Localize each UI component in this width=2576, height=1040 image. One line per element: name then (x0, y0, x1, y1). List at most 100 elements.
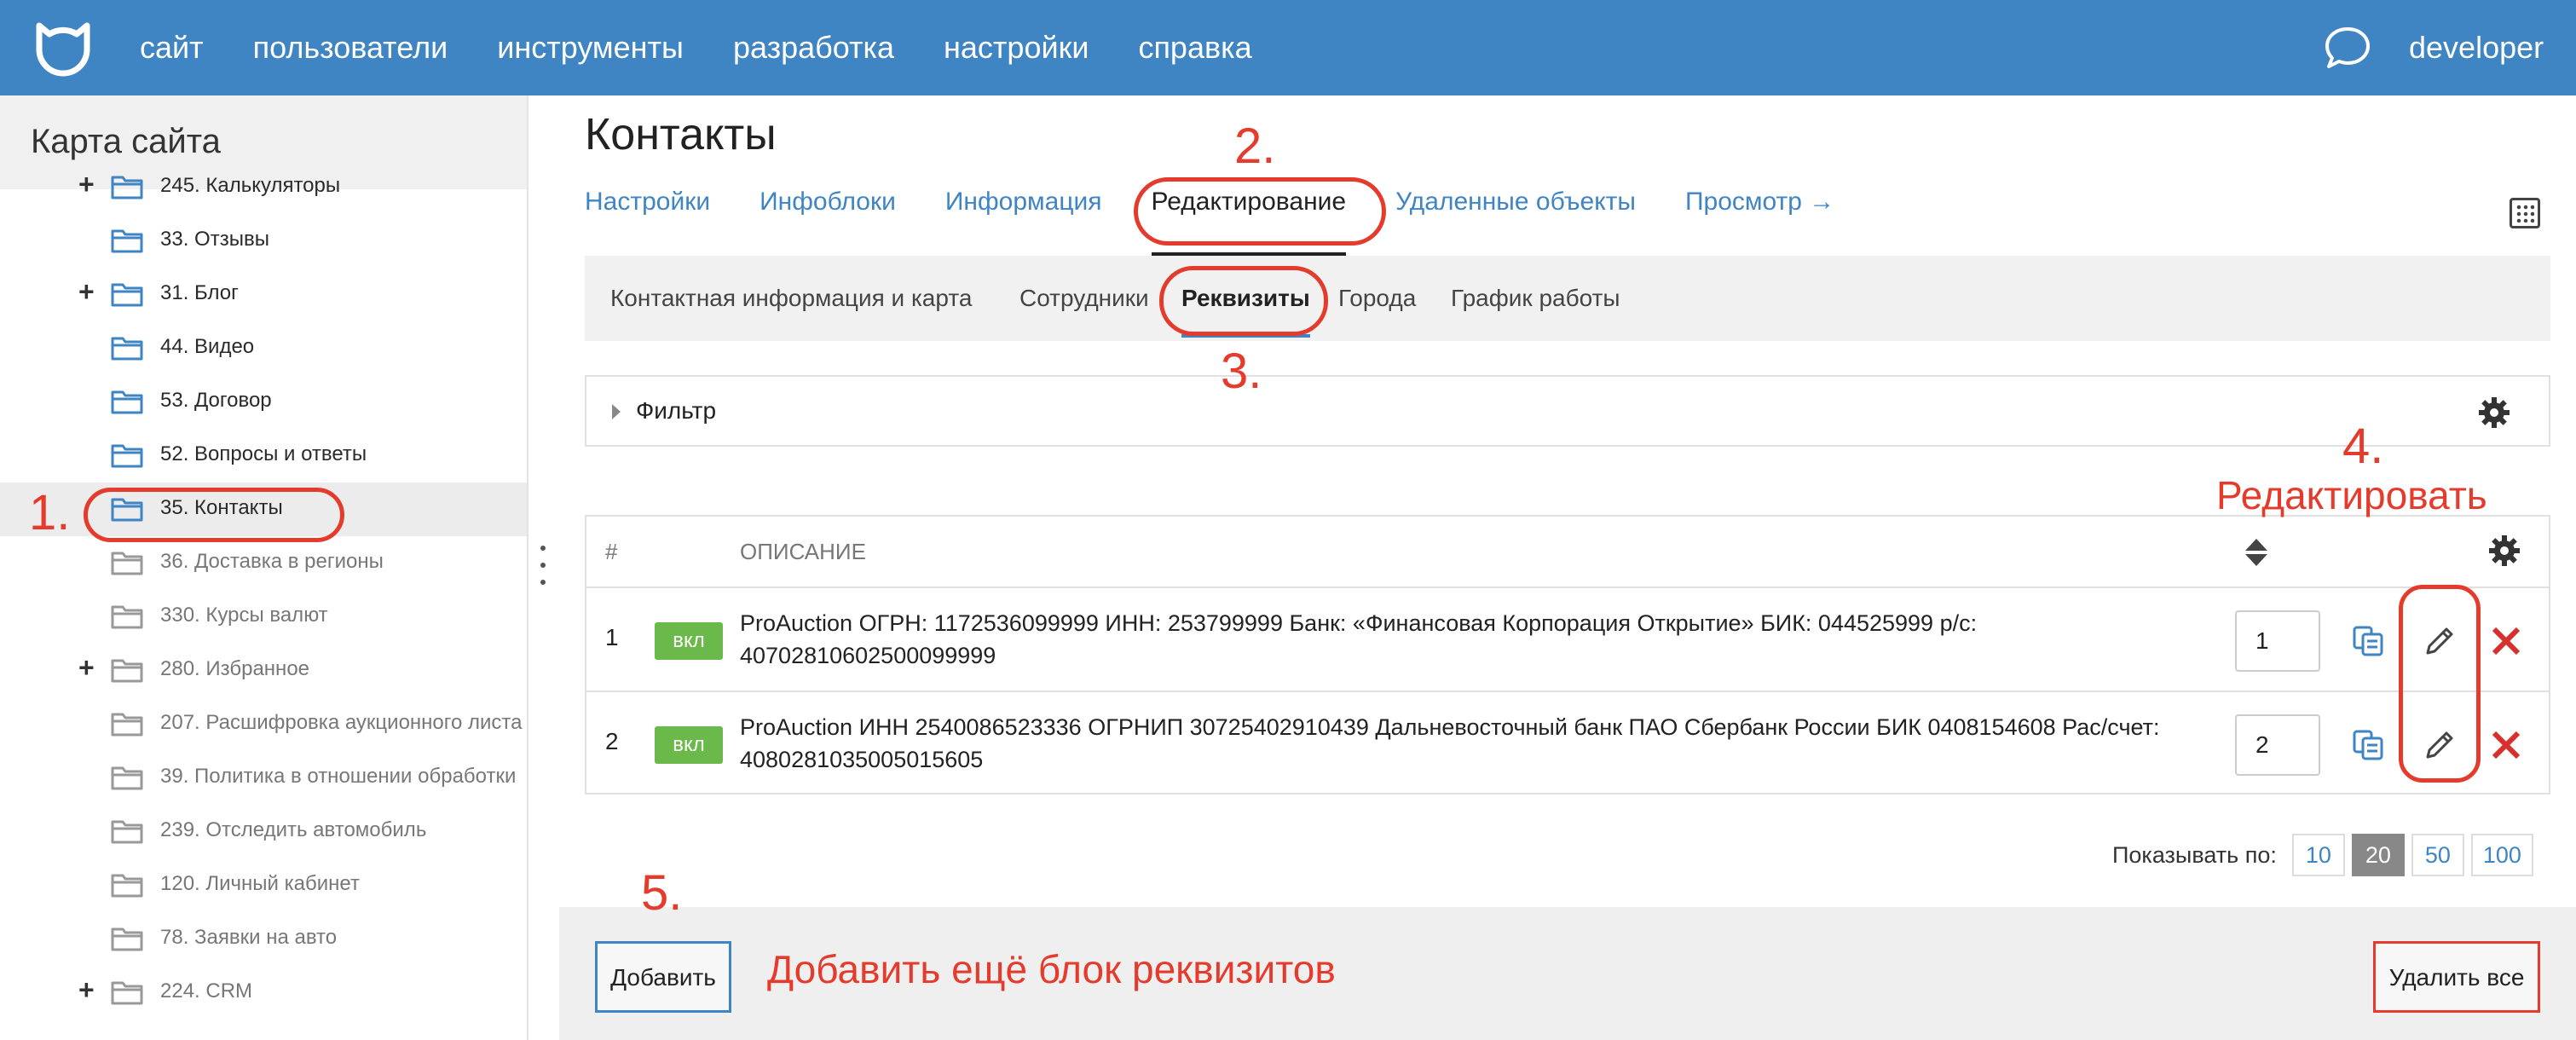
annotation-ring-edit-icons (2399, 585, 2481, 783)
layout-grid-icon[interactable] (2510, 198, 2540, 228)
sidebar-tree-item[interactable]: 78. Заявки на авто (0, 912, 527, 966)
page-size-option[interactable]: 100 (2470, 834, 2533, 876)
sidebar-item-label: 44. Видео (160, 335, 255, 358)
sidebar-tree-item[interactable]: 33. Отзывы (0, 214, 527, 268)
sidebar-tree-item[interactable]: 207. Расшифровка аукционного листа (0, 697, 527, 751)
tab-information[interactable]: Информация (945, 188, 1102, 239)
expand-plus-icon[interactable]: + (78, 169, 95, 200)
annotation-ring-edit-tab (1134, 177, 1386, 246)
status-badge[interactable]: вкл (655, 622, 723, 660)
delete-all-button[interactable]: Удалить все (2373, 941, 2540, 1013)
annotation-ring-sitemap-item (84, 488, 344, 542)
sidebar-tree-item[interactable]: +280. Избранное (0, 644, 527, 697)
tab-infoblocks[interactable]: Инфоблоки (760, 188, 896, 239)
table-settings-gear-icon[interactable] (2487, 534, 2521, 568)
cat-logo-icon[interactable] (31, 15, 95, 80)
page-title: Контакты (585, 110, 777, 159)
site-map-sidebar: Карта сайта +245. Калькуляторы 33. Отзывы… (0, 95, 528, 1040)
caret-right-icon (612, 404, 621, 419)
menu-item-help[interactable]: справка (1138, 30, 1251, 66)
page-size-selector: Показывать по: 10 20 50 100 (2112, 834, 2533, 876)
sub-tabs: Контактная информация и карта Сотрудники… (585, 256, 2550, 341)
sidebar-item-label: 36. Доставка в регионы (160, 550, 384, 573)
add-button[interactable]: Добавить (595, 941, 731, 1013)
username[interactable]: developer (2409, 0, 2544, 95)
annotation-ring-requisites-subtab (1159, 266, 1328, 336)
menu-item-development[interactable]: разработка (733, 30, 894, 66)
sidebar-item-label: 52. Вопросы и ответы (160, 442, 367, 465)
page-size-option[interactable]: 10 (2291, 834, 2345, 876)
annotation-step-3: 3. (1221, 344, 1262, 399)
tab-settings[interactable]: Настройки (585, 188, 710, 239)
folder-icon (111, 820, 143, 844)
sidebar-tree-item[interactable]: 36. Доставка в регионы (0, 536, 527, 590)
gear-icon[interactable] (2477, 396, 2511, 430)
table-row: 1 вкл ProAuction ОГРН: 1172536099999 ИНН… (586, 588, 2549, 692)
folder-icon (111, 444, 143, 468)
sidebar-tree-item[interactable]: 239. Отследить автомобиль (0, 805, 527, 858)
annotation-step-1: 1. (29, 485, 71, 540)
sidebar-tree-item[interactable]: +224. CRM (0, 966, 527, 1020)
status-badge[interactable]: вкл (655, 726, 723, 764)
folder-icon (111, 713, 143, 737)
sidebar-tree-item[interactable]: 52. Вопросы и ответы (0, 429, 527, 482)
expand-plus-icon[interactable]: + (78, 276, 95, 308)
expand-plus-icon[interactable]: + (78, 974, 95, 1006)
sort-icon[interactable] (2244, 537, 2269, 568)
folder-icon (111, 390, 143, 414)
tab-preview[interactable]: Просмотр → (1685, 188, 1834, 239)
tab-deleted-objects[interactable]: Удаленные объекты (1395, 188, 1636, 239)
folder-icon (111, 605, 143, 629)
sidebar-item-label: 33. Отзывы (160, 228, 269, 251)
order-input[interactable]: 2 (2235, 714, 2320, 776)
sidebar-item-label: 224. CRM (160, 979, 253, 1002)
menu-item-settings[interactable]: настройки (944, 30, 1089, 66)
subtab-contact-info[interactable]: Контактная информация и карта (610, 285, 972, 312)
annotation-step-5: 5. (641, 865, 683, 921)
sidebar-item-label: 39. Политика в отношении обработки (160, 765, 517, 788)
sidebar-tree-item[interactable]: +245. Калькуляторы (0, 160, 527, 214)
sidebar-tree-item[interactable]: 53. Договор (0, 375, 527, 429)
sidebar-tree-item[interactable]: 44. Видео (0, 321, 527, 375)
table-row: 2 вкл ProAuction ИНН 2540086523336 ОГРНИ… (586, 692, 2549, 796)
sidebar-tree-item[interactable]: 39. Политика в отношении обработки (0, 751, 527, 805)
sidebar-item-label: 239. Отследить автомобиль (160, 818, 427, 841)
sidebar-tree-item[interactable]: 120. Личный кабинет (0, 858, 527, 912)
folder-icon (111, 552, 143, 575)
annotation-add-label: Добавить ещё блок реквизитов (767, 947, 1336, 991)
folder-icon (111, 981, 143, 1005)
sidebar-resize-handle[interactable] (540, 546, 547, 593)
folder-icon (111, 874, 143, 898)
sidebar-item-label: 31. Блог (160, 281, 239, 304)
delete-x-icon[interactable] (2489, 624, 2523, 658)
main-menu: сайт пользователи инструменты разработка… (140, 0, 1302, 95)
sidebar-tree-item[interactable]: 330. Курсы валют (0, 590, 527, 644)
subtab-cities[interactable]: Города (1338, 285, 1416, 312)
order-input[interactable]: 1 (2235, 610, 2320, 672)
row-description: ProAuction ИНН 2540086523336 ОГРНИП 3072… (740, 714, 2160, 772)
copy-icon[interactable] (2351, 624, 2385, 658)
folder-icon (111, 766, 143, 790)
row-number: 1 (605, 624, 619, 650)
sidebar-title: Карта сайта (31, 123, 221, 160)
filter-panel[interactable]: Фильтр (585, 375, 2550, 447)
page-size-option[interactable]: 50 (2411, 834, 2464, 876)
menu-item-tools[interactable]: инструменты (497, 30, 684, 66)
folder-icon (111, 659, 143, 683)
expand-plus-icon[interactable]: + (78, 652, 95, 684)
sidebar-item-label: 78. Заявки на авто (160, 926, 338, 949)
page-size-option-selected[interactable]: 20 (2351, 834, 2405, 876)
delete-x-icon[interactable] (2489, 728, 2523, 762)
annotation-step-4: 4. (2342, 419, 2384, 474)
sidebar-tree-item[interactable]: +31. Блог (0, 268, 527, 321)
sidebar-item-label: 120. Личный кабинет (160, 872, 360, 895)
subtab-employees[interactable]: Сотрудники (1019, 285, 1149, 312)
chat-bubble-icon[interactable] (2322, 22, 2373, 73)
row-number: 2 (605, 728, 619, 754)
menu-item-site[interactable]: сайт (140, 30, 204, 66)
menu-item-users[interactable]: пользователи (253, 30, 448, 66)
copy-icon[interactable] (2351, 728, 2385, 762)
sidebar-item-label: 53. Договор (160, 389, 272, 412)
subtab-work-schedule[interactable]: График работы (1451, 285, 1620, 312)
sidebar-item-label: 245. Калькуляторы (160, 174, 341, 197)
